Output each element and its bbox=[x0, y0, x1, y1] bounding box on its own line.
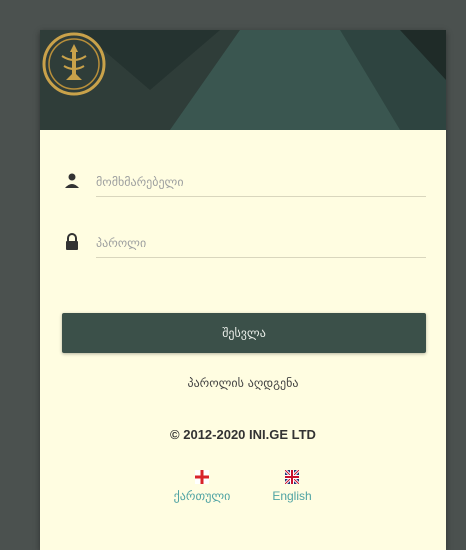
login-card: შესვლა პაროლის აღდგენა © 2012-2020 INI.G… bbox=[40, 30, 446, 550]
username-input[interactable] bbox=[96, 168, 426, 197]
copyright-text: © 2012-2020 INI.GE LTD bbox=[170, 427, 316, 442]
uk-flag-icon bbox=[285, 470, 299, 484]
password-input[interactable] bbox=[96, 229, 426, 258]
language-english-link[interactable]: English bbox=[262, 470, 322, 504]
language-switcher: ქართული English bbox=[40, 470, 446, 510]
forgot-password-link[interactable]: პაროლის აღდგენა bbox=[40, 376, 446, 390]
lock-icon bbox=[66, 233, 78, 250]
user-icon bbox=[65, 173, 79, 188]
username-field bbox=[62, 168, 426, 198]
password-field bbox=[62, 229, 426, 259]
georgia-flag-icon bbox=[195, 470, 209, 484]
language-georgian-link[interactable]: ქართული bbox=[164, 470, 240, 504]
emblem-logo-icon bbox=[42, 32, 106, 96]
language-english-label: English bbox=[272, 489, 312, 503]
language-georgian-label: ქართული bbox=[173, 489, 231, 503]
card-header bbox=[40, 30, 446, 130]
login-button[interactable]: შესვლა bbox=[62, 313, 426, 353]
